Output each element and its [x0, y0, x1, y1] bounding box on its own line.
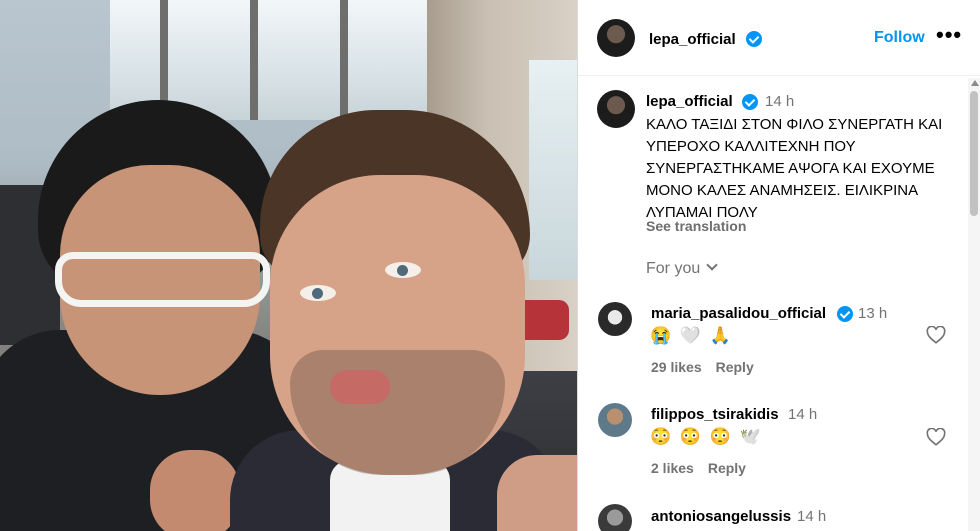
verified-badge-icon [742, 94, 758, 110]
person-left-fist [150, 450, 240, 531]
author-avatar[interactable] [597, 19, 635, 57]
comment-avatar[interactable] [598, 403, 632, 437]
comments-sort-dropdown[interactable]: For you [646, 259, 718, 278]
caption-text: ΚΑΛΟ ΤΑΞΙΔΙ ΣΤΟΝ ΦΙΛΟ ΣΥΝΕΡΓΑΤΗ ΚΑΙ ΥΠΕΡ… [646, 116, 943, 221]
scrollbar-thumb[interactable] [970, 91, 978, 216]
comments-sort-label: For you [646, 260, 701, 277]
comment-meta: 2 likes Reply [651, 460, 760, 476]
author-username[interactable]: lepa_official [649, 31, 736, 48]
window-frame [250, 0, 258, 120]
scroll-up-arrow-icon[interactable] [971, 80, 979, 86]
comment-time[interactable]: 14 h [788, 406, 817, 423]
verified-badge-icon [746, 31, 762, 47]
see-translation-link[interactable]: See translation [646, 218, 746, 234]
comment-meta: 29 likes Reply [651, 359, 768, 375]
person-right-eye-left [300, 285, 336, 301]
caption-time[interactable]: 14 h [765, 93, 794, 110]
caption-author-username[interactable]: lepa_official [646, 93, 733, 110]
comment-time[interactable]: 13 h [858, 305, 887, 322]
person-right-eye-right [385, 262, 421, 278]
follow-button[interactable]: Follow [874, 29, 925, 47]
comment-time[interactable]: 14 h [797, 508, 826, 525]
comment-avatar[interactable] [598, 302, 632, 336]
verified-badge-icon [837, 306, 853, 322]
person-right-lips [330, 370, 390, 404]
heart-icon[interactable] [926, 326, 946, 344]
post-header: lepa_official Follow ••• [578, 0, 980, 76]
window-frame [340, 0, 348, 120]
comment-username[interactable]: antoniosangelussis [651, 508, 791, 525]
more-options-icon[interactable]: ••• [936, 22, 962, 48]
comment-username[interactable]: filippos_tsirakidis [651, 406, 779, 423]
caption-author-avatar[interactable] [597, 90, 635, 128]
comment-text: 😭 🤍 🙏 [650, 326, 733, 345]
reply-button[interactable]: Reply [708, 460, 746, 476]
comment-likes[interactable]: 2 likes [651, 460, 694, 476]
chevron-down-icon [706, 259, 718, 271]
background-window-right [529, 60, 577, 280]
comment-avatar[interactable] [598, 504, 632, 531]
comment-likes[interactable]: 29 likes [651, 359, 702, 375]
comments-scroll-area[interactable]: lepa_official 14 h ΚΑΛΟ ΤΑΞΙΔΙ ΣΤΟΝ ΦΙΛΟ… [578, 77, 980, 531]
hand-on-shoulder [497, 455, 577, 531]
comment-username[interactable]: maria_pasalidou_official [651, 305, 826, 322]
reply-button[interactable]: Reply [716, 359, 754, 375]
heart-icon[interactable] [926, 428, 946, 446]
comment-text: 😳 😳 😳 🕊️ [650, 427, 763, 446]
post-details-panel: lepa_official Follow ••• lepa_official 1… [577, 0, 980, 531]
person-left-glasses [55, 252, 270, 307]
post-photo[interactable] [0, 0, 577, 531]
